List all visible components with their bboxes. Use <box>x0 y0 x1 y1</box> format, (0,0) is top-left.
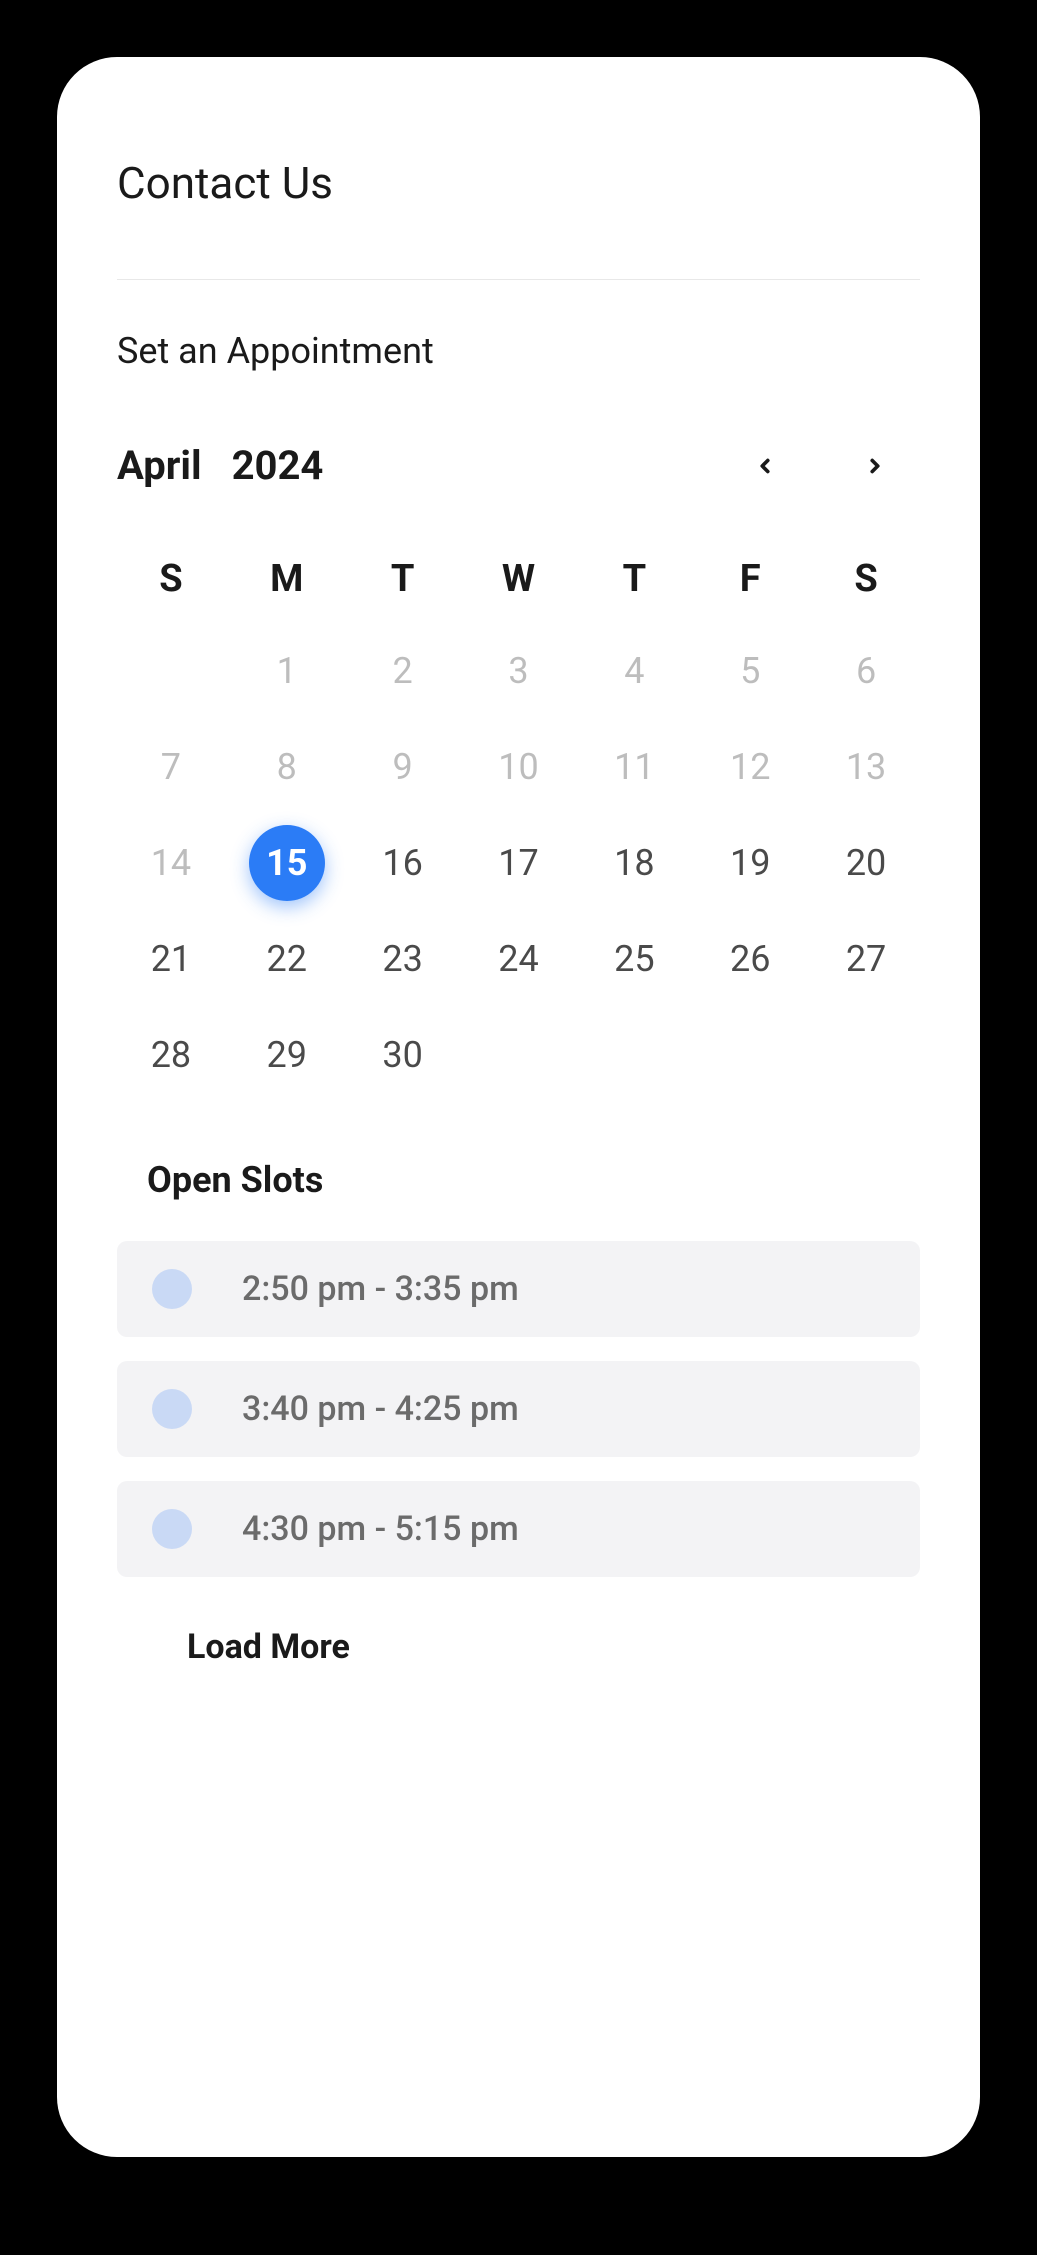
day-number: 26 <box>730 938 770 980</box>
day-number: 29 <box>267 1034 307 1076</box>
day-number: 4 <box>624 650 644 692</box>
day-number: 23 <box>382 938 422 980</box>
day-number: 17 <box>498 842 538 884</box>
day-number: 8 <box>277 746 297 788</box>
day-cell-2[interactable]: 2 <box>349 627 457 715</box>
day-cell-30[interactable]: 30 <box>349 1011 457 1099</box>
day-number: 21 <box>151 938 191 980</box>
day-cell-7[interactable]: 7 <box>117 723 225 811</box>
day-cell-24[interactable]: 24 <box>465 915 573 1003</box>
month-label: April <box>117 442 202 489</box>
day-number: 19 <box>730 842 770 884</box>
day-number: 24 <box>498 938 538 980</box>
day-number: 7 <box>161 746 181 788</box>
day-cell-3[interactable]: 3 <box>465 627 573 715</box>
next-month-button[interactable] <box>860 451 890 481</box>
slot-row[interactable]: 4:30 pm - 5:15 pm <box>117 1481 920 1577</box>
slot-time-label: 4:30 pm - 5:15 pm <box>242 1509 519 1549</box>
day-cell-6[interactable]: 6 <box>812 627 920 715</box>
day-header: S <box>812 539 920 619</box>
day-number: 25 <box>614 938 654 980</box>
day-number: 20 <box>846 842 886 884</box>
calendar-header: April 2024 <box>117 442 920 489</box>
day-number: 18 <box>614 842 654 884</box>
day-cell-29[interactable]: 29 <box>233 1011 341 1099</box>
slot-status-dot <box>152 1509 192 1549</box>
load-more-button[interactable]: Load More <box>187 1627 920 1667</box>
day-cell-12[interactable]: 12 <box>696 723 804 811</box>
day-cell-13[interactable]: 13 <box>812 723 920 811</box>
day-cell-25[interactable]: 25 <box>580 915 688 1003</box>
day-cell-1[interactable]: 1 <box>233 627 341 715</box>
calendar-grid: SMTWTFS123456789101112131415161718192021… <box>117 539 920 1099</box>
device-frame: Contact Us Set an Appointment April 2024 <box>35 35 1002 2179</box>
day-number: 5 <box>740 650 760 692</box>
day-number: 16 <box>382 842 422 884</box>
day-cell-23[interactable]: 23 <box>349 915 457 1003</box>
day-cell-20[interactable]: 20 <box>812 819 920 907</box>
day-cell-16[interactable]: 16 <box>349 819 457 907</box>
day-cell-4[interactable]: 4 <box>580 627 688 715</box>
day-header: M <box>233 539 341 619</box>
day-number: 6 <box>856 650 876 692</box>
appointment-subtitle: Set an Appointment <box>117 330 920 372</box>
slot-status-dot <box>152 1389 192 1429</box>
day-cell-8[interactable]: 8 <box>233 723 341 811</box>
day-cell-21[interactable]: 21 <box>117 915 225 1003</box>
page-title: Contact Us <box>117 157 920 209</box>
day-header: F <box>696 539 804 619</box>
day-cell-27[interactable]: 27 <box>812 915 920 1003</box>
slot-row[interactable]: 3:40 pm - 4:25 pm <box>117 1361 920 1457</box>
day-cell-14[interactable]: 14 <box>117 819 225 907</box>
year-label: 2024 <box>232 442 324 489</box>
calendar-nav <box>750 451 920 481</box>
day-cell-22[interactable]: 22 <box>233 915 341 1003</box>
day-cell-28[interactable]: 28 <box>117 1011 225 1099</box>
chevron-right-icon <box>864 449 886 483</box>
slot-row[interactable]: 2:50 pm - 3:35 pm <box>117 1241 920 1337</box>
day-number: 9 <box>393 746 413 788</box>
day-number: 30 <box>382 1034 422 1076</box>
day-number: 3 <box>508 650 528 692</box>
day-number: 1 <box>277 650 297 692</box>
slot-status-dot <box>152 1269 192 1309</box>
day-cell-11[interactable]: 11 <box>580 723 688 811</box>
day-cell-9[interactable]: 9 <box>349 723 457 811</box>
day-number: 15 <box>266 842 307 884</box>
slots-list: 2:50 pm - 3:35 pm 3:40 pm - 4:25 pm 4:30 p… <box>117 1241 920 1577</box>
app-screen: Contact Us Set an Appointment April 2024 <box>57 57 980 2157</box>
day-header: S <box>117 539 225 619</box>
slot-time-label: 2:50 pm - 3:35 pm <box>242 1269 519 1309</box>
day-number: 13 <box>846 746 886 788</box>
day-cell-19[interactable]: 19 <box>696 819 804 907</box>
day-header: T <box>349 539 457 619</box>
day-cell-10[interactable]: 10 <box>465 723 573 811</box>
day-cell-26[interactable]: 26 <box>696 915 804 1003</box>
day-number: 28 <box>151 1034 191 1076</box>
divider <box>117 279 920 280</box>
day-number: 11 <box>614 746 654 788</box>
day-number: 10 <box>498 746 538 788</box>
day-cell-15[interactable]: 15 <box>233 819 341 907</box>
prev-month-button[interactable] <box>750 451 780 481</box>
open-slots-heading: Open Slots <box>147 1159 920 1201</box>
chevron-left-icon <box>754 449 776 483</box>
day-number: 12 <box>730 746 770 788</box>
day-header: T <box>580 539 688 619</box>
day-number: 22 <box>267 938 307 980</box>
day-number: 14 <box>151 842 191 884</box>
month-year-label: April 2024 <box>117 442 323 489</box>
day-number: 27 <box>846 938 886 980</box>
slot-time-label: 3:40 pm - 4:25 pm <box>242 1389 519 1429</box>
day-header: W <box>465 539 573 619</box>
day-cell-17[interactable]: 17 <box>465 819 573 907</box>
day-cell-18[interactable]: 18 <box>580 819 688 907</box>
day-empty <box>117 627 225 715</box>
day-number: 2 <box>393 650 413 692</box>
day-cell-5[interactable]: 5 <box>696 627 804 715</box>
